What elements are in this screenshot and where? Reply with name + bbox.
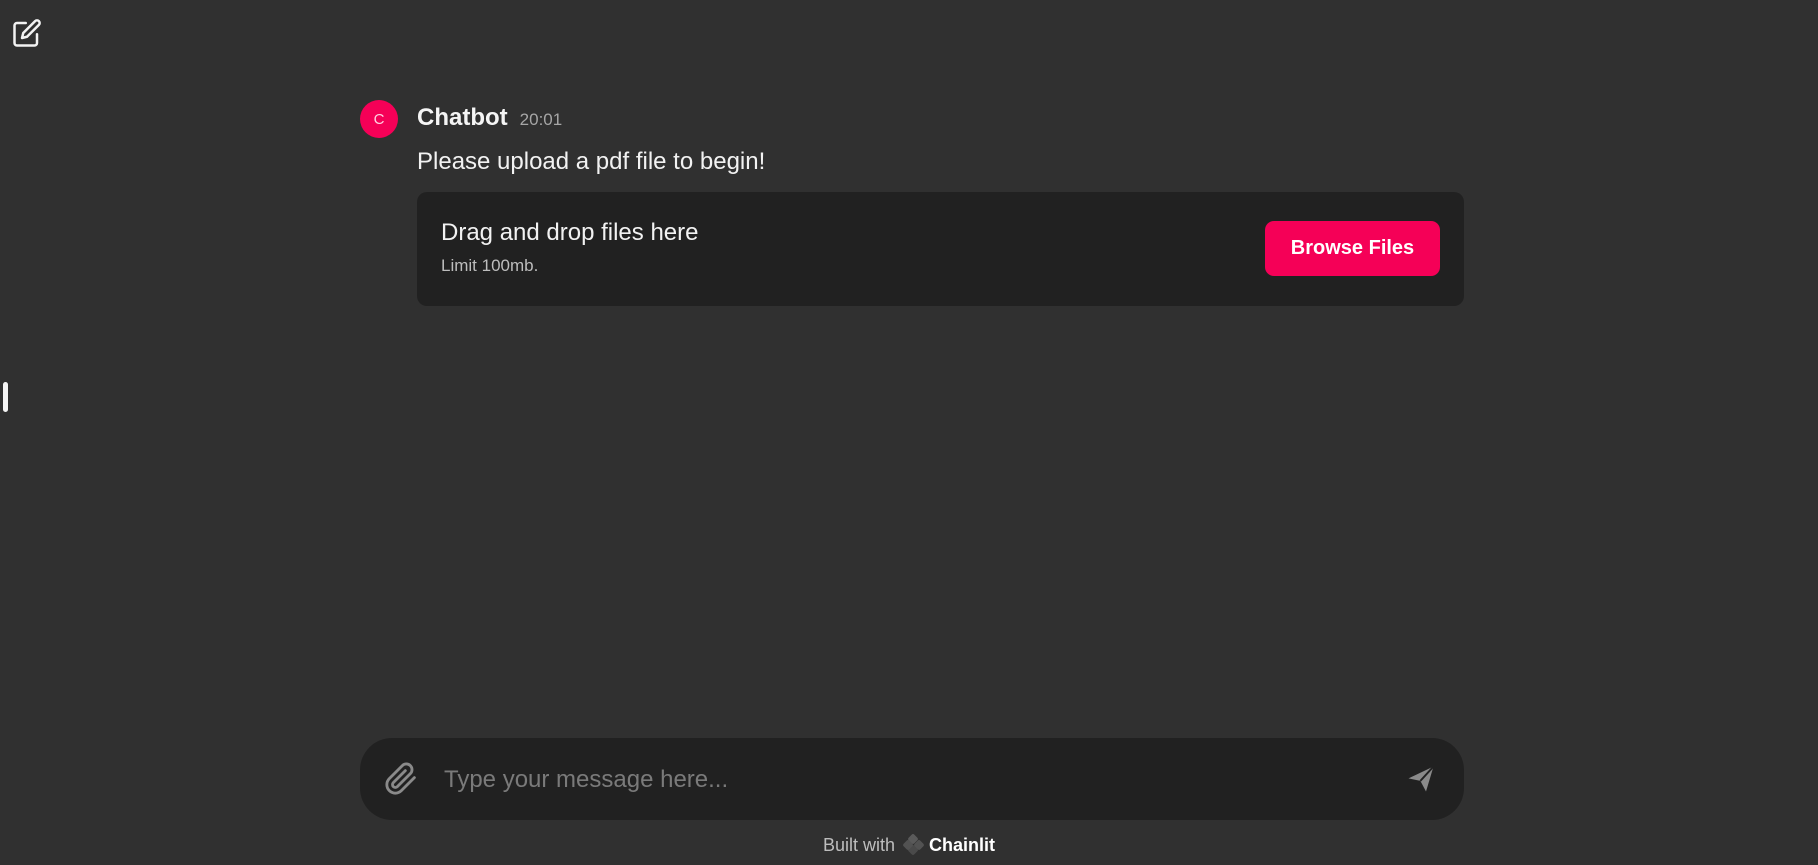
message-body: Chatbot 20:01 Please upload a pdf file t… xyxy=(417,100,1464,306)
chainlit-logo-icon xyxy=(903,834,925,856)
paperclip-icon xyxy=(385,762,416,795)
message-author: Chatbot xyxy=(417,104,508,131)
message-timestamp: 20:01 xyxy=(519,110,563,129)
edit-square-icon xyxy=(13,19,41,47)
built-with-text: Built with xyxy=(822,834,896,855)
browse-files-button[interactable]: Browse Files xyxy=(1265,221,1440,276)
avatar: C xyxy=(360,100,398,138)
dropzone-limit: Limit 100mb. xyxy=(441,256,539,275)
message-text: Please upload a pdf file to begin! xyxy=(417,148,766,175)
chat-page: C Chatbot 20:01 Please upload a pdf file… xyxy=(0,0,1818,865)
message-composer xyxy=(360,738,1464,820)
chainlit-brand-link[interactable]: Chainlit xyxy=(929,835,995,856)
dropzone-title: Drag and drop files here xyxy=(441,219,699,246)
send-button[interactable] xyxy=(1402,760,1440,798)
sidebar-resize-handle[interactable] xyxy=(3,382,8,412)
attach-file-button[interactable] xyxy=(382,760,420,798)
file-dropzone[interactable]: Drag and drop files here Limit 100mb. Br… xyxy=(417,192,1464,306)
new-chat-button[interactable] xyxy=(10,16,44,50)
footer: Built with Chainlit xyxy=(0,834,1818,856)
message-header: Chatbot 20:01 xyxy=(417,100,1464,138)
avatar-letter: C xyxy=(373,110,385,128)
send-icon xyxy=(1408,765,1435,792)
message-input[interactable] xyxy=(442,758,1346,802)
